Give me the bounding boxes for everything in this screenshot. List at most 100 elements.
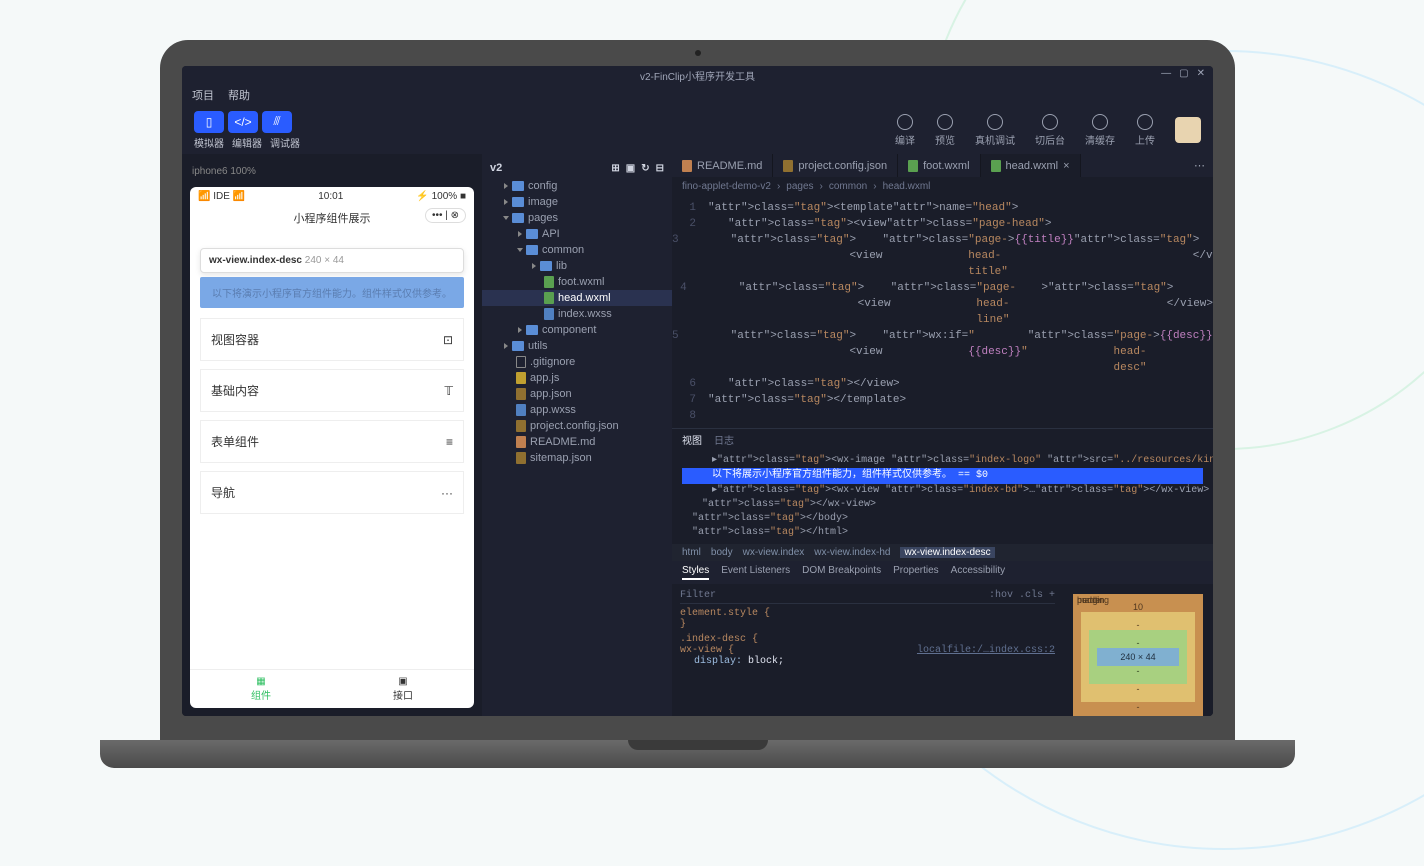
device-label[interactable]: iphone6 100% <box>190 162 474 181</box>
dom-breadcrumb[interactable]: html body wx-view.index wx-view.index-hd wx-… <box>672 544 1213 561</box>
compile-button[interactable]: 编译 <box>895 114 915 147</box>
tab-overflow[interactable]: ⋯ <box>1186 154 1213 177</box>
capsule-button[interactable]: ••• | ⊗ <box>425 208 466 223</box>
box-model: margin 10 border - padding - 240 × 4 <box>1063 584 1213 716</box>
new-file-icon[interactable]: ⊞ <box>611 163 619 174</box>
debugger-pill[interactable]: ⫻ <box>262 111 292 133</box>
dom-node[interactable]: "attr">class="tag"></body> <box>682 512 1203 526</box>
line-number: 6 <box>672 376 708 392</box>
collapse-icon[interactable]: ⊟ <box>656 163 664 174</box>
folder-icon <box>512 197 524 207</box>
editor-tab[interactable]: project.config.json <box>773 154 898 177</box>
component-list: 视图容器⊡ 基础内容𝕋 表单组件≡ 导航··· <box>190 308 474 524</box>
editor-pill[interactable]: </> <box>228 111 258 133</box>
editor-tab[interactable]: foot.wxml <box>898 154 980 177</box>
styles-tab[interactable]: Styles <box>682 565 709 580</box>
dom-crumb-item[interactable]: body <box>711 547 733 558</box>
phone-statusbar: 📶 IDE 📶 10:01 ⚡ 100% ■ <box>190 187 474 206</box>
toolbar: ▯ </> ⫻ 模拟器 编辑器 调试器 编译 预览 真机调试 切后台 清缓存 <box>182 106 1213 154</box>
menu-help[interactable]: 帮助 <box>228 87 250 103</box>
dom-crumb-item[interactable]: wx-view.index-hd <box>814 547 890 558</box>
line-number: 4 <box>672 280 699 328</box>
file-item[interactable]: foot.wxml <box>482 274 672 290</box>
user-avatar[interactable] <box>1175 117 1201 143</box>
crumb-segment[interactable]: fino-applet-demo-v2 <box>682 181 771 192</box>
remote-debug-button[interactable]: 真机调试 <box>975 114 1015 147</box>
folder-item[interactable]: utils <box>482 338 672 354</box>
simulator-pill[interactable]: ▯ <box>194 111 224 133</box>
background-button[interactable]: 切后台 <box>1035 114 1065 147</box>
dom-node[interactable]: "attr">class="tag"></wx-view> <box>682 498 1203 512</box>
file-icon <box>516 420 526 432</box>
tab-log[interactable]: 日志 <box>714 432 734 447</box>
clear-cache-button[interactable]: 清缓存 <box>1085 114 1115 147</box>
list-item[interactable]: 视图容器⊡ <box>200 318 464 361</box>
upload-button[interactable]: 上传 <box>1135 114 1155 147</box>
file-item[interactable]: sitemap.json <box>482 450 672 466</box>
new-folder-icon[interactable]: ▣ <box>626 163 635 174</box>
file-item[interactable]: index.wxss <box>482 306 672 322</box>
code-editor[interactable]: 1"attr">class="tag"><template "attr">nam… <box>672 196 1213 428</box>
dom-node[interactable]: "attr">class="tag"></html> <box>682 526 1203 540</box>
highlighted-element[interactable]: 以下将演示小程序官方组件能力。组件样式仅供参考。 <box>200 277 464 308</box>
menu-project[interactable]: 项目 <box>192 87 214 103</box>
file-item[interactable]: .gitignore <box>482 354 672 370</box>
toolbar-actions: 编译 预览 真机调试 切后台 清缓存 上传 <box>895 114 1201 147</box>
dom-crumb-item[interactable]: html <box>682 547 701 558</box>
dom-node[interactable]: ▸"attr">class="tag"><wx-view "attr">clas… <box>682 484 1203 498</box>
folder-item[interactable]: config <box>482 178 672 194</box>
maximize-icon[interactable]: ▢ <box>1179 68 1188 79</box>
close-icon[interactable]: ✕ <box>1197 68 1205 79</box>
file-item[interactable]: head.wxml <box>482 290 672 306</box>
file-item[interactable]: project.config.json <box>482 418 672 434</box>
file-item[interactable]: app.js <box>482 370 672 386</box>
preview-button[interactable]: 预览 <box>935 114 955 147</box>
dom-crumb-item[interactable]: wx-view.index-desc <box>900 547 994 558</box>
folder-item[interactable]: common <box>482 242 672 258</box>
list-item[interactable]: 基础内容𝕋 <box>200 369 464 412</box>
chevron-icon <box>518 327 522 333</box>
file-item[interactable]: README.md <box>482 434 672 450</box>
box-content: 240 × 44 <box>1097 648 1179 666</box>
styles-tab[interactable]: DOM Breakpoints <box>802 565 881 580</box>
folder-item[interactable]: component <box>482 322 672 338</box>
file-icon <box>682 160 692 172</box>
crumb-segment[interactable]: head.wxml <box>883 181 931 192</box>
folder-item[interactable]: API <box>482 226 672 242</box>
dom-crumb-item[interactable]: wx-view.index <box>743 547 805 558</box>
styles-tab[interactable]: Event Listeners <box>721 565 790 580</box>
file-item[interactable]: app.json <box>482 386 672 402</box>
crumb-segment[interactable]: common <box>829 181 867 192</box>
tab-dom[interactable]: 视图 <box>682 432 702 447</box>
crumb-segment[interactable]: pages <box>786 181 813 192</box>
refresh-icon[interactable]: ↻ <box>641 163 649 174</box>
breadcrumb[interactable]: fino-applet-demo-v2›pages›common›head.wx… <box>672 177 1213 196</box>
minimize-icon[interactable]: — <box>1161 68 1171 79</box>
phone-title-bar: 小程序组件展示 ••• | ⊗ <box>190 206 474 230</box>
folder-item[interactable]: image <box>482 194 672 210</box>
tooltip-size: 240 × 44 <box>305 255 344 266</box>
tab-api[interactable]: ▣接口 <box>332 670 474 708</box>
dom-node[interactable]: 以下将展示小程序官方组件能力，组件样式仅供参考。 == $0 <box>682 468 1203 484</box>
close-tab-icon[interactable]: × <box>1063 160 1069 172</box>
editor-tab[interactable]: head.wxml× <box>981 154 1081 177</box>
folder-item[interactable]: pages <box>482 210 672 226</box>
styles-rules[interactable]: Filter :hov .cls + element.style {}.inde… <box>672 584 1063 716</box>
dom-node[interactable]: ▸"attr">class="tag"><wx-image "attr">cla… <box>682 454 1203 468</box>
window-controls[interactable]: — ▢ ✕ <box>1161 68 1205 79</box>
item-label: app.wxss <box>530 404 576 416</box>
list-item[interactable]: 表单组件≡ <box>200 420 464 463</box>
filter-input[interactable]: Filter <box>680 590 716 601</box>
styles-tab[interactable]: Properties <box>893 565 939 580</box>
styles-tab[interactable]: Accessibility <box>951 565 1005 580</box>
folder-item[interactable]: lib <box>482 258 672 274</box>
styles-tabs: Styles Event Listeners DOM Breakpoints Prop… <box>672 561 1213 584</box>
tree-root[interactable]: v2 ⊞ ▣ ↻ ⊟ <box>482 158 672 178</box>
tab-components[interactable]: ▦组件 <box>190 670 332 708</box>
filter-controls[interactable]: :hov .cls + <box>989 590 1055 601</box>
folder-icon <box>526 245 538 255</box>
list-item[interactable]: 导航··· <box>200 471 464 514</box>
dom-tree[interactable]: ▸"attr">class="tag"><wx-image "attr">cla… <box>672 450 1213 544</box>
file-item[interactable]: app.wxss <box>482 402 672 418</box>
editor-tab[interactable]: README.md <box>672 154 773 177</box>
